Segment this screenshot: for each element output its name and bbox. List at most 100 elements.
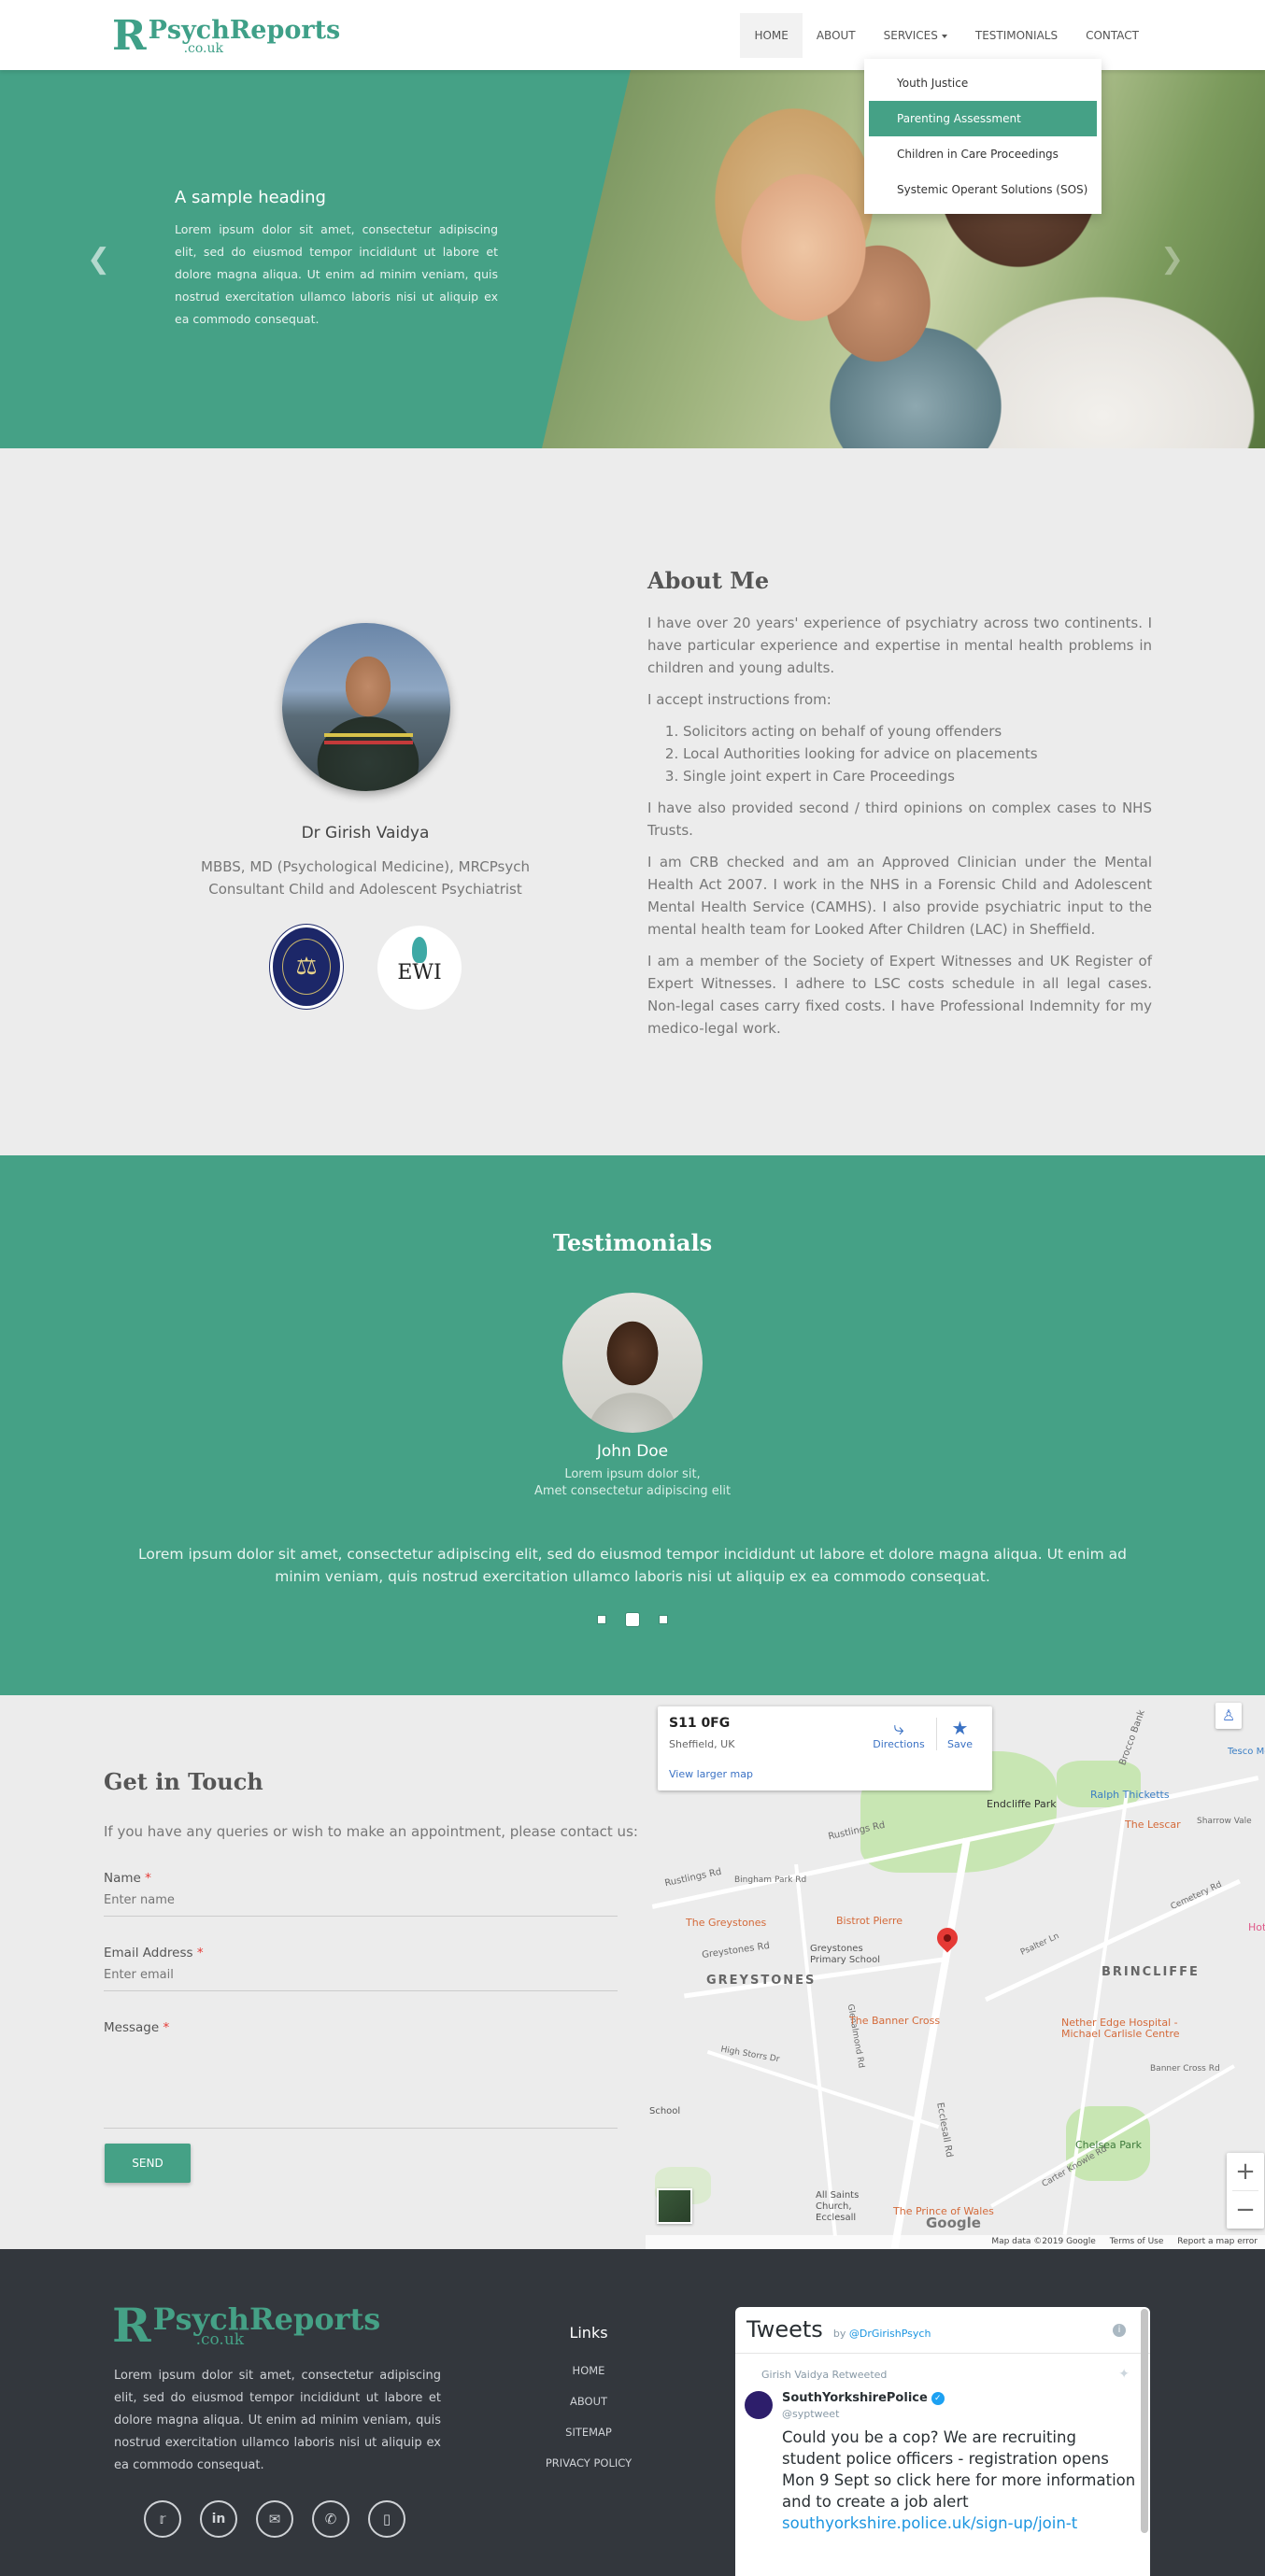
- about-section: Dr Girish Vaidya MBBS, MD (Psychological…: [0, 448, 1265, 1155]
- footer-link-privacy[interactable]: PRIVACY POLICY: [523, 2456, 654, 2470]
- message-label: Message *: [104, 2020, 618, 2035]
- tweet-user[interactable]: SouthYorkshirePolice ✓: [782, 2391, 945, 2405]
- twitter-icon[interactable]: 𝕣: [144, 2500, 181, 2538]
- map-poi[interactable]: Hotel: [1248, 1921, 1265, 1933]
- report-error-link[interactable]: Report a map error: [1177, 2237, 1258, 2246]
- mobile-icon[interactable]: ▯: [368, 2500, 405, 2538]
- tweet-user-handle[interactable]: @syptweet: [782, 2408, 839, 2420]
- expert-witness-seal-badge: ⚖: [270, 925, 343, 1009]
- dropdown-item-sos[interactable]: Systemic Operant Solutions (SOS): [869, 172, 1097, 207]
- carousel-dot-active[interactable]: [625, 1612, 640, 1627]
- map-card-subtitle: Sheffield, UK: [669, 1738, 735, 1750]
- linkedin-icon[interactable]: in: [200, 2500, 237, 2538]
- twitter-bird-icon[interactable]: ✦: [1118, 2367, 1130, 2382]
- twitter-handle-link[interactable]: @DrGirishPsych: [849, 2328, 931, 2340]
- map-road-label: Brocco Bank: [1117, 1708, 1147, 1767]
- nav-item-about[interactable]: ABOUT: [803, 13, 870, 58]
- twitter-timeline[interactable]: Tweets by @DrGirishPsych i Girish Vaidya…: [735, 2307, 1150, 2576]
- about-paragraph: I am CRB checked and am an Approved Clin…: [647, 854, 1152, 938]
- dropdown-item-parenting-assessment[interactable]: Parenting Assessment: [869, 101, 1097, 136]
- map-poi[interactable]: School: [649, 2106, 680, 2116]
- footer-logo-word: PsychReports: [152, 2301, 381, 2337]
- nav-item-services[interactable]: SERVICES: [870, 13, 961, 58]
- footer-logo-mark: R: [112, 2298, 151, 2353]
- map-poi[interactable]: The Greystones: [686, 1917, 766, 1929]
- map-road-label: Cemetery Rd: [1169, 1879, 1224, 1913]
- logo-mark: R: [112, 12, 147, 60]
- contact-section: Get in Touch If you have any queries or …: [0, 1695, 646, 2249]
- map-road-label: Banner Cross Rd: [1150, 2064, 1220, 2074]
- map-road-label: Psalter Ln: [1018, 1932, 1061, 1958]
- map-poi[interactable]: The Banner Cross: [849, 2015, 940, 2027]
- map-road-label: Sharrow Vale: [1197, 1817, 1252, 1826]
- scrollbar[interactable]: [1141, 2309, 1148, 2533]
- ewi-badge-text: EWI: [397, 961, 442, 984]
- carousel-dot[interactable]: [659, 1615, 668, 1624]
- about-paragraph: I accept instructions from:: [647, 691, 831, 708]
- twitter-header: Tweets by @DrGirishPsych i: [735, 2307, 1150, 2354]
- nav-item-testimonials[interactable]: TESTIMONIALS: [961, 13, 1072, 58]
- about-text: About Me I have over 20 years' experienc…: [647, 567, 1152, 1049]
- name-field-group: Name *: [104, 1871, 618, 1917]
- map-poi[interactable]: Ralph Thicketts: [1090, 1789, 1170, 1801]
- logo[interactable]: R PsychReports .co.uk: [112, 12, 340, 60]
- nav-item-contact[interactable]: CONTACT: [1072, 13, 1153, 58]
- dropdown-item-children-in-care[interactable]: Children in Care Proceedings: [869, 136, 1097, 172]
- directions-button[interactable]: ⤷ Directions: [871, 1718, 927, 1750]
- required-mark: *: [196, 1946, 204, 1960]
- phone-icon[interactable]: ✆: [312, 2500, 349, 2538]
- map-poi[interactable]: Bistrot Pierre: [836, 1915, 903, 1927]
- map-poi[interactable]: Nether Edge Hospital - Michael Carlisle …: [1061, 2017, 1211, 2040]
- nav-item-home[interactable]: HOME: [740, 13, 803, 58]
- footer-link-sitemap[interactable]: SITEMAP: [523, 2426, 654, 2439]
- message-field-group: Message *: [104, 2020, 618, 2129]
- carousel-dot[interactable]: [597, 1615, 606, 1624]
- email-icon[interactable]: ✉: [256, 2500, 293, 2538]
- email-input[interactable]: [104, 1960, 618, 1991]
- hero-text: Lorem ipsum dolor sit amet, consectetur …: [175, 222, 498, 326]
- footer-link-home[interactable]: HOME: [523, 2364, 654, 2377]
- about-paragraph: I have also provided second / third opin…: [647, 800, 1152, 839]
- pegman-icon[interactable]: ♙: [1215, 1703, 1242, 1729]
- tweet-link[interactable]: southyorkshire.police.uk/sign-up/join-t: [782, 2512, 1137, 2534]
- carousel-indicators: [0, 1612, 1265, 1627]
- map-road-label: Bingham Park Rd: [734, 1875, 807, 1885]
- footer-logo[interactable]: R PsychReports .co.uk: [112, 2298, 381, 2353]
- google-map[interactable]: Endcliffe Park Chelsea Park GREYSTONES B…: [646, 1695, 1265, 2249]
- terms-link[interactable]: Terms of Use: [1110, 2237, 1164, 2246]
- sweater-stripe: [324, 741, 413, 744]
- name-label: Name *: [104, 1871, 618, 1886]
- avatar[interactable]: [745, 2391, 773, 2419]
- twitter-by: by @DrGirishPsych: [833, 2328, 931, 2340]
- map-poi[interactable]: All Saints Church, Ecclesall: [816, 2190, 890, 2224]
- map-poi[interactable]: The Lescar: [1125, 1819, 1181, 1831]
- map-poi[interactable]: Tesco Me: [1228, 1747, 1265, 1757]
- message-textarea[interactable]: [104, 2035, 618, 2129]
- view-larger-map-link[interactable]: View larger map: [669, 1768, 753, 1780]
- info-icon[interactable]: i: [1113, 2324, 1126, 2337]
- doctor-role: Consultant Child and Adolescent Psychiat…: [208, 881, 522, 898]
- send-button[interactable]: SEND: [105, 2144, 191, 2183]
- twitter-title: Tweets: [746, 2316, 823, 2342]
- map-area-label: BRINCLIFFE: [1102, 1965, 1200, 1979]
- footer-links: Links HOME ABOUT SITEMAP PRIVACY POLICY: [523, 2324, 654, 2487]
- about-paragraph: I am a member of the Society of Expert W…: [647, 953, 1152, 1037]
- footer-link-about[interactable]: ABOUT: [523, 2395, 654, 2408]
- map-marker-icon[interactable]: [932, 1923, 962, 1953]
- tweet-user-name: SouthYorkshirePolice: [782, 2391, 928, 2405]
- map-road: [990, 2064, 1235, 2208]
- doctor-portrait: [282, 623, 450, 791]
- zoom-in-button[interactable]: +: [1227, 2153, 1264, 2190]
- satellite-toggle[interactable]: [657, 2188, 692, 2224]
- save-button[interactable]: ★ Save: [936, 1718, 983, 1750]
- zoom-out-button[interactable]: −: [1227, 2191, 1264, 2229]
- testimonial-role: Lorem ipsum dolor sit, Amet consectetur …: [0, 1466, 1265, 1500]
- hero-heading: A sample heading: [175, 188, 326, 207]
- map-road: [794, 1863, 837, 2237]
- chevron-left-icon[interactable]: ❮: [87, 243, 110, 276]
- email-field-group: Email Address *: [104, 1946, 618, 1991]
- dropdown-item-youth-justice[interactable]: Youth Justice: [869, 65, 1097, 101]
- map-poi[interactable]: Greystones Primary School: [810, 1944, 885, 1966]
- name-input[interactable]: [104, 1886, 618, 1917]
- chevron-right-icon[interactable]: ❯: [1160, 243, 1184, 276]
